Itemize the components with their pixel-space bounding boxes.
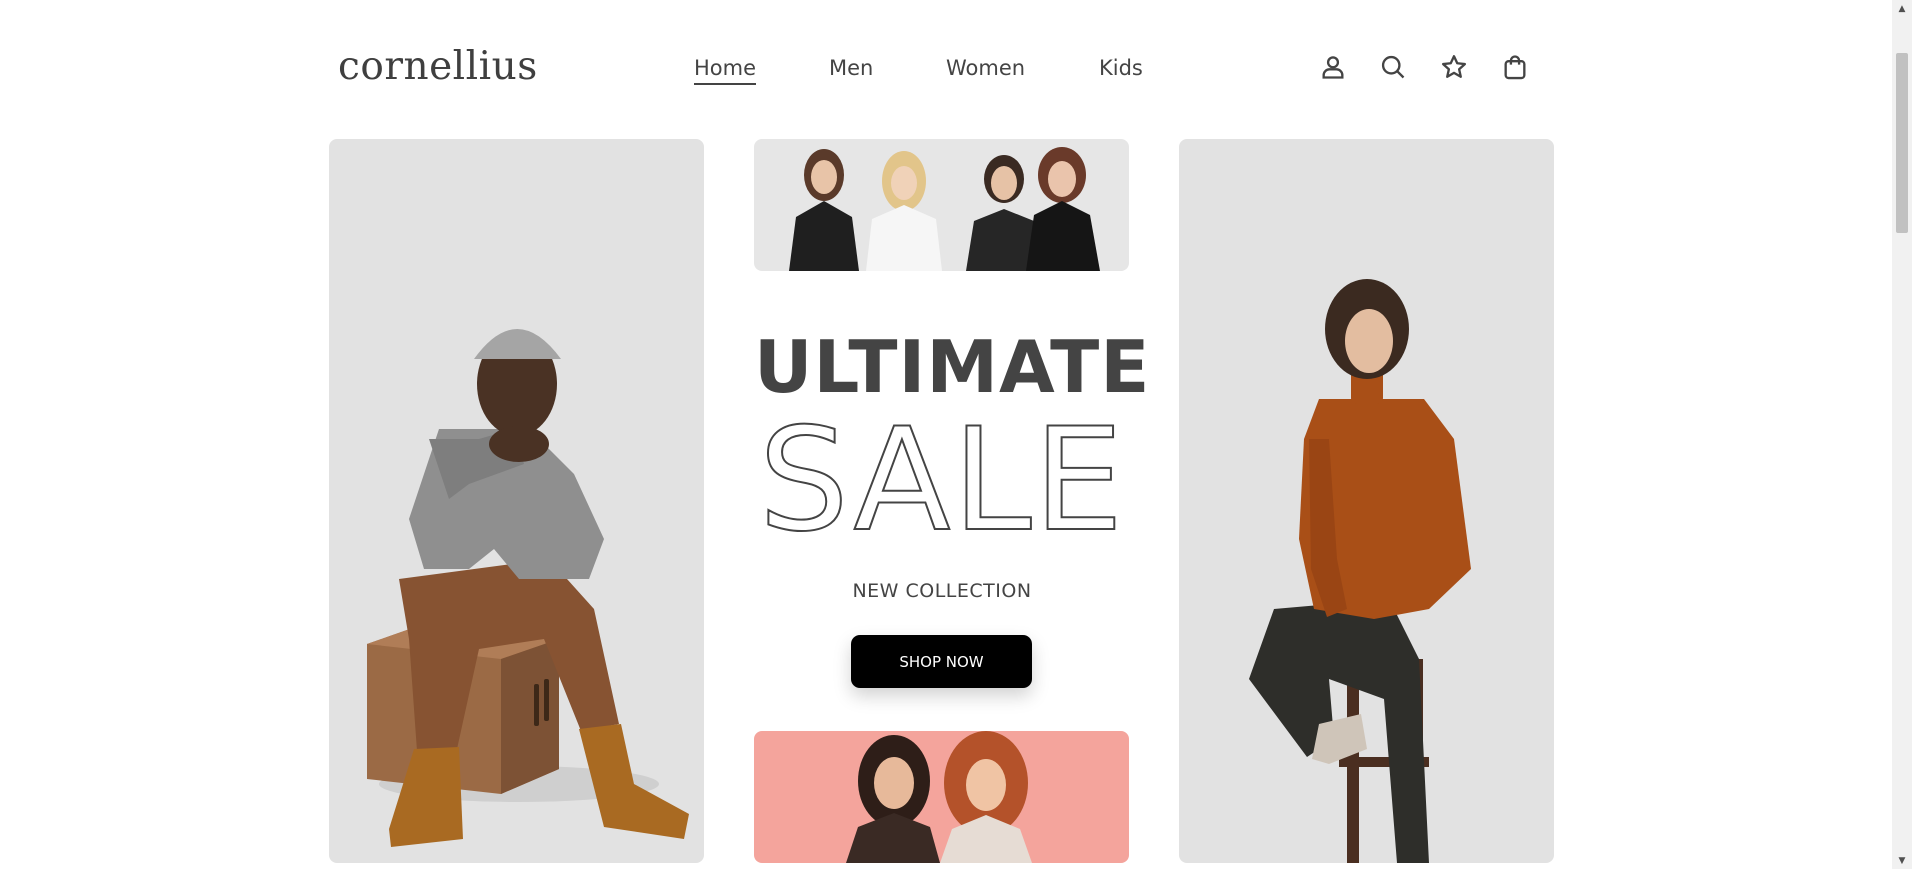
promo-sale-text: SALE	[758, 398, 1126, 563]
scroll-down-arrow-icon[interactable]: ▼	[1892, 852, 1912, 869]
shop-now-button[interactable]: SHOP NOW	[851, 635, 1032, 688]
women-duo-illustration	[846, 731, 1032, 863]
women-group-illustration	[789, 147, 1100, 271]
promo-title: ULTIMATE	[754, 325, 1151, 409]
nav-women[interactable]: Women	[946, 56, 1025, 80]
nav-kids[interactable]: Kids	[1099, 56, 1143, 80]
nav-home[interactable]: Home	[694, 56, 757, 85]
seated-man-illustration	[367, 329, 689, 847]
brand-logo[interactable]: cornellius	[338, 44, 538, 89]
star-icon[interactable]	[1437, 50, 1471, 84]
promo-subtitle: NEW COLLECTION	[852, 580, 1032, 602]
scroll-up-arrow-icon[interactable]: ▲	[1892, 0, 1912, 17]
scroll-thumb[interactable]	[1896, 53, 1908, 233]
user-icon[interactable]	[1316, 50, 1350, 84]
women-group-image[interactable]	[754, 139, 1129, 271]
search-icon[interactable]	[1376, 50, 1410, 84]
men-stool-image[interactable]	[1179, 139, 1554, 863]
page-scrollbar[interactable]: ▲ ▼	[1892, 0, 1912, 869]
shopping-bag-icon[interactable]	[1498, 50, 1532, 84]
men-promo-image[interactable]	[329, 139, 704, 863]
man-on-stool-illustration	[1249, 279, 1471, 863]
page: cornellius Home Men Women Kids ULTIMATE …	[0, 0, 1892, 869]
women-duo-image[interactable]	[754, 731, 1129, 863]
nav-men[interactable]: Men	[829, 56, 873, 80]
